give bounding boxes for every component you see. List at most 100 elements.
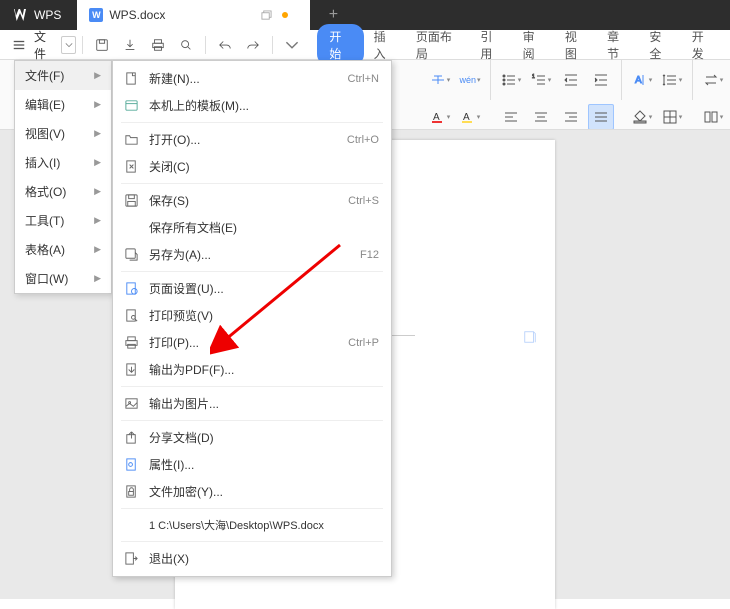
file-menu-button[interactable]: 文件 (34, 28, 57, 62)
highlight-icon[interactable]: A▾ (457, 104, 483, 130)
file-share[interactable]: 分享文档(D) (113, 424, 391, 451)
folder-open-icon (123, 132, 139, 148)
pdf-icon (123, 362, 139, 378)
indent-increase-icon[interactable] (588, 67, 614, 93)
export-icon[interactable] (117, 34, 143, 56)
chevron-right-icon: ▶ (94, 186, 101, 197)
align-justify-icon[interactable] (588, 104, 614, 130)
chevron-right-icon: ▶ (94, 244, 101, 255)
more-dropdown-icon[interactable] (279, 34, 305, 56)
menu-format[interactable]: 格式(O)▶ (15, 177, 111, 206)
main-menu: 文件(F)▶ 编辑(E)▶ 视图(V)▶ 插入(I)▶ 格式(O)▶ 工具(T)… (14, 60, 112, 294)
save-icon[interactable] (89, 34, 115, 56)
hamburger-icon[interactable] (6, 34, 32, 56)
menu-separator (121, 271, 383, 272)
blank-icon (123, 220, 139, 236)
separator (82, 36, 83, 54)
file-export-pdf[interactable]: 输出为PDF(F)... (113, 356, 391, 383)
file-submenu: 新建(N)... Ctrl+N 本机上的模板(M)... 打开(O)... Ct… (112, 60, 392, 577)
print-icon (123, 335, 139, 351)
indent-decrease-icon[interactable] (558, 67, 584, 93)
menu-insert[interactable]: 插入(I)▶ (15, 148, 111, 177)
svg-text:1: 1 (532, 74, 535, 80)
file-save-all[interactable]: 保存所有文档(E) (113, 214, 391, 241)
page-corner-icon (523, 330, 537, 344)
menu-file[interactable]: 文件(F)▶ (15, 61, 111, 90)
file-save[interactable]: 保存(S) Ctrl+S (113, 187, 391, 214)
shading-icon[interactable]: ▾ (629, 104, 655, 130)
save-as-icon (123, 247, 139, 263)
line-spacing-icon[interactable]: ▾ (659, 67, 685, 93)
file-page-setup[interactable]: 页面设置(U)... (113, 275, 391, 302)
phonetic-icon[interactable]: wén▾ (457, 67, 483, 93)
find-replace-icon[interactable]: ▾ (700, 67, 726, 93)
file-template[interactable]: 本机上的模板(M)... (113, 92, 391, 119)
undo-icon[interactable] (212, 34, 238, 56)
menu-separator (121, 122, 383, 123)
menu-tools[interactable]: 工具(T)▶ (15, 206, 111, 235)
file-export-image[interactable]: 输出为图片... (113, 390, 391, 417)
template-icon (123, 98, 139, 114)
chevron-right-icon: ▶ (94, 128, 101, 139)
preview-icon (123, 308, 139, 324)
file-encrypt[interactable]: 文件加密(Y)... (113, 478, 391, 505)
styles-icon[interactable]: ▾ (700, 104, 726, 130)
separator (205, 36, 206, 54)
save-icon (123, 193, 139, 209)
menu-window[interactable]: 窗口(W)▶ (15, 264, 111, 293)
lock-icon (123, 484, 139, 500)
document-tab[interactable]: W WPS.docx (77, 0, 310, 30)
menu-separator (121, 541, 383, 542)
file-save-as[interactable]: 另存为(A)... F12 (113, 241, 391, 268)
file-recent-1[interactable]: 1 C:\Users\大海\Desktop\WPS.docx (113, 512, 391, 538)
menu-table[interactable]: 表格(A)▶ (15, 235, 111, 264)
file-print-preview[interactable]: 打印预览(V) (113, 302, 391, 329)
quick-toolbar: 文件 开始 插入 页面布局 引用 审阅 视图 章节 安全 开发 (0, 30, 730, 60)
chevron-right-icon: ▶ (94, 157, 101, 168)
tab-modified-dot (282, 12, 288, 18)
file-print[interactable]: 打印(P)... Ctrl+P (113, 329, 391, 356)
doc-icon: W (89, 8, 103, 22)
strikethrough-icon[interactable]: ▾ (427, 67, 453, 93)
menu-edit[interactable]: 编辑(E)▶ (15, 90, 111, 119)
bullet-list-icon[interactable]: ▾ (498, 67, 524, 93)
border-icon[interactable]: ▾ (659, 104, 685, 130)
app-name: WPS (34, 8, 61, 22)
align-center-icon[interactable] (528, 104, 554, 130)
image-icon (123, 396, 139, 412)
share-icon (123, 430, 139, 446)
preview-icon[interactable] (173, 34, 199, 56)
properties-icon (123, 457, 139, 473)
print-icon[interactable] (145, 34, 171, 56)
chevron-right-icon: ▶ (94, 99, 101, 110)
tab-controls (261, 10, 298, 21)
chevron-right-icon: ▶ (94, 273, 101, 284)
exit-icon (123, 551, 139, 567)
chevron-right-icon: ▶ (94, 70, 101, 81)
file-exit[interactable]: 退出(X) (113, 545, 391, 572)
file-close[interactable]: 关闭(C) (113, 153, 391, 180)
file-dropdown-button[interactable] (61, 36, 76, 54)
menu-separator (121, 508, 383, 509)
file-new[interactable]: 新建(N)... Ctrl+N (113, 65, 391, 92)
align-right-icon[interactable] (558, 104, 584, 130)
numbered-list-icon[interactable]: 1▾ (528, 67, 554, 93)
svg-text:A: A (635, 75, 642, 86)
font-color-icon[interactable]: A▾ (427, 104, 453, 130)
file-label: 文件 (34, 28, 57, 62)
menu-separator (121, 386, 383, 387)
menu-view[interactable]: 视图(V)▶ (15, 119, 111, 148)
redo-icon[interactable] (240, 34, 266, 56)
align-left-icon[interactable] (498, 104, 524, 130)
menu-separator (121, 183, 383, 184)
text-direction-icon[interactable]: A▾ (629, 67, 655, 93)
file-properties[interactable]: 属性(I)... (113, 451, 391, 478)
separator (272, 36, 273, 54)
window-detach-icon[interactable] (261, 10, 272, 21)
file-open[interactable]: 打开(O)... Ctrl+O (113, 126, 391, 153)
menu-separator (121, 420, 383, 421)
close-file-icon (123, 159, 139, 175)
chevron-right-icon: ▶ (94, 215, 101, 226)
app-tab[interactable]: WPS (0, 0, 73, 30)
doc-name: WPS.docx (109, 8, 165, 22)
